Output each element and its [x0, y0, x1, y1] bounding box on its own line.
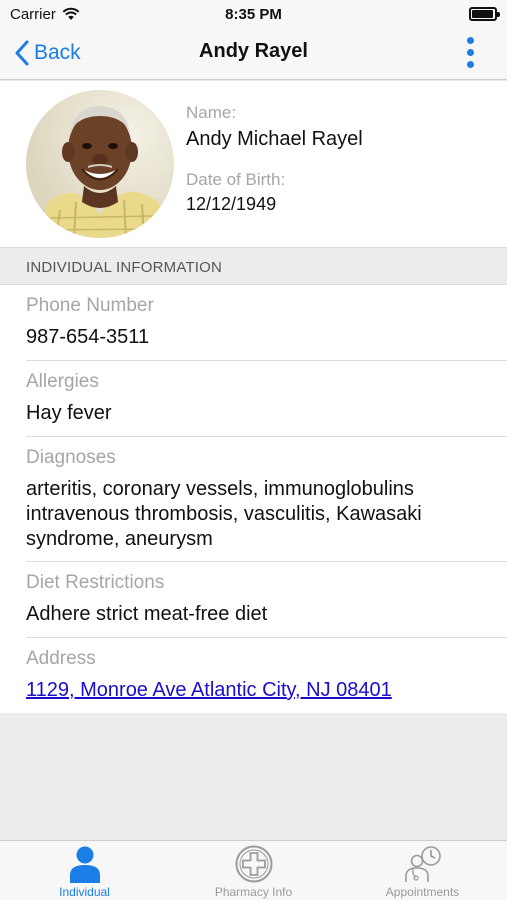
diagnoses-value: arteritis, coronary vessels, immunoglobu…: [26, 477, 507, 552]
phone-row: Phone Number 987-654-3511: [26, 295, 507, 361]
phone-value: 987-654-3511: [26, 326, 150, 348]
status-time: 8:35 PM: [225, 5, 282, 23]
diagnoses-line: syndrome, aneurysm: [26, 528, 213, 550]
allergies-value: Hay fever: [26, 402, 112, 424]
tab-label: Individual: [59, 885, 110, 899]
diagnoses-line: arteritis, coronary vessels, immunoglobu…: [26, 478, 414, 500]
allergies-label: Allergies: [26, 371, 99, 392]
tab-bar: Individual Pharmacy Info Appointments: [0, 840, 507, 900]
name-label: Name:: [186, 103, 237, 122]
tab-pharmacy-info[interactable]: Pharmacy Info: [169, 841, 338, 900]
address-link[interactable]: 1129, Monroe Ave Atlantic City, NJ 08401: [26, 679, 392, 701]
diet-label: Diet Restrictions: [26, 572, 165, 593]
diet-row: Diet Restrictions Adhere strict meat-fre…: [26, 572, 507, 638]
more-options-icon[interactable]: [465, 37, 475, 71]
diet-value: Adhere strict meat-free diet: [26, 603, 268, 625]
diagnoses-row: Diagnoses arteritis, coronary vessels, i…: [26, 447, 507, 562]
address-label: Address: [26, 648, 96, 669]
avatar: [26, 90, 174, 238]
section-header: INDIVIDUAL INFORMATION: [0, 247, 507, 285]
tab-appointments[interactable]: Appointments: [338, 841, 507, 900]
phone-label: Phone Number: [26, 295, 154, 316]
allergies-row: Allergies Hay fever: [26, 371, 507, 437]
doctor-clock-icon: [404, 846, 441, 882]
info-list: Phone Number 987-654-3511 Allergies Hay …: [0, 285, 507, 713]
tab-individual[interactable]: Individual: [0, 841, 169, 900]
navigation-bar: Back Andy Rayel: [0, 28, 507, 80]
medical-cross-icon: [235, 845, 272, 883]
tab-label: Pharmacy Info: [214, 885, 293, 899]
patient-name: Andy Michael Rayel: [186, 128, 363, 150]
tab-label: Appointments: [385, 885, 460, 899]
address-row: Address 1129, Monroe Ave Atlantic City, …: [26, 648, 507, 708]
page-title: Andy Rayel: [199, 40, 308, 62]
patient-dob: 12/12/1949: [186, 194, 277, 214]
diagnoses-line: intravenous thrombosis, vasculitis, Kawa…: [26, 503, 422, 525]
status-bar: Carrier 8:35 PM: [0, 0, 507, 28]
battery-icon: [469, 7, 500, 21]
diagnoses-label: Diagnoses: [26, 447, 116, 468]
person-icon: [69, 846, 100, 883]
profile-header: Name: Andy Michael Rayel Date of Birth: …: [0, 81, 507, 247]
dob-label: Date of Birth:: [186, 170, 286, 189]
